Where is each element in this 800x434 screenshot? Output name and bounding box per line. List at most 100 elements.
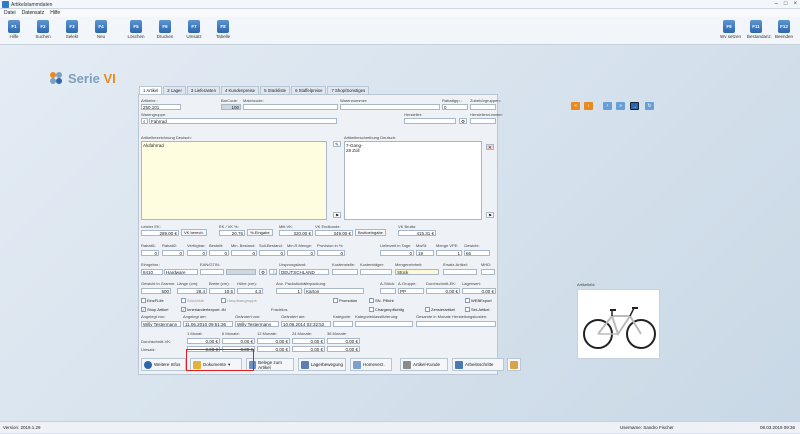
ursprung-select[interactable]: DEUTSCHLAND: [279, 269, 329, 275]
toolbar-button-drucken[interactable]: F6 Drucken: [156, 20, 174, 44]
herstellungskosten-field[interactable]: [416, 321, 496, 327]
beschreibung-translate-icon[interactable]: ⚑: [486, 212, 494, 218]
rabatt2-field[interactable]: 0: [162, 250, 184, 256]
checkbox-innerlandertexport[interactable]: ✓ Innerlandertexport.:IN: [181, 307, 226, 312]
checkbox-hauptbaugruppe[interactable]: Hauptbaugruppe: [221, 298, 257, 303]
agruppe-select[interactable]: PP: [398, 288, 424, 294]
ean-link-icon[interactable]: ⚓: [269, 269, 277, 275]
lagerbewegung-button[interactable]: Lagerbewegung: [298, 358, 346, 371]
toolbar-button-umsatz[interactable]: F7 Umsatz: [185, 20, 203, 44]
artikelnr-field[interactable]: 250.101: [141, 104, 181, 110]
min-bestand-field[interactable]: 0: [231, 250, 257, 256]
durchschnitt-ek-field[interactable]: 0,00 €: [426, 288, 460, 294]
toolbar-button-suchen[interactable]: F2 Suchen: [34, 20, 52, 44]
mittel-vk-field[interactable]: 320,00 €: [279, 230, 313, 236]
endkunde-field[interactable]: 349,00 €: [315, 230, 353, 236]
lieferzeit-field[interactable]: 0: [380, 250, 414, 256]
toolbar-button-selekt[interactable]: F3 Selekt: [63, 20, 81, 44]
checkbox-einzflife[interactable]: EinzFLife: [141, 298, 164, 303]
min-r-menge-field[interactable]: 0: [287, 250, 315, 256]
ek-field[interactable]: 289,00 €: [141, 230, 179, 236]
tab-lieferanten[interactable]: 3 Lieferanten: [186, 86, 220, 94]
kostenstelle-field[interactable]: [332, 269, 358, 275]
menu-datensatz[interactable]: Datensatz: [22, 9, 45, 17]
checkbox-shop-artikel[interactable]: ✓ Shop Artikel: [141, 307, 168, 312]
hersteller-select[interactable]: [404, 118, 456, 124]
toolbar-button-neu[interactable]: F4 Neu: [92, 20, 110, 44]
minimize-icon[interactable]: –: [775, 1, 778, 7]
zubehoer-select[interactable]: [470, 104, 496, 110]
bezeichnung-textarea[interactable]: Alufahrrad: [141, 141, 327, 220]
arbeitsschritte-button[interactable]: Arbeitsschritte: [452, 358, 504, 371]
article-image[interactable]: [577, 289, 660, 359]
kostentraeger-select[interactable]: [360, 269, 392, 275]
maximize-icon[interactable]: □: [784, 1, 788, 7]
hardware-field[interactable]: Hardware: [164, 269, 198, 275]
previous-record-icon[interactable]: ‹: [584, 102, 593, 110]
menu-hilfe[interactable]: Hilfe: [50, 9, 60, 17]
mhd-field[interactable]: [481, 269, 495, 275]
homeverz-button[interactable]: Homeverz.: [350, 358, 392, 371]
toolbar-button-bestandanz[interactable]: F11 Bestandanz.: [747, 20, 772, 44]
laenge-field[interactable]: 28,4: [177, 288, 207, 294]
tab-artikel[interactable]: 1 Artikel: [139, 86, 163, 94]
gewicht-kurz-field[interactable]: 66: [464, 250, 490, 256]
tab-shop-sonstiges[interactable]: 7 Shop/Sonstiges: [327, 86, 370, 94]
rabatt1-field[interactable]: 0: [141, 250, 159, 256]
checkbox-stueckliste[interactable]: Stückliste: [181, 298, 204, 303]
hersteller-add-icon[interactable]: ⚙: [459, 118, 467, 124]
ek-vk-field[interactable]: 20,76: [219, 230, 245, 236]
brutto-eingabe-button[interactable]: Bruttoeingabe: [355, 229, 386, 236]
toolbar-button-beenden[interactable]: F12 Beenden: [775, 20, 793, 44]
breite-field[interactable]: 10,5: [209, 288, 235, 294]
anzpak-field[interactable]: 1: [276, 288, 302, 294]
lagerwert-field[interactable]: 0,00 €: [462, 288, 496, 294]
toolbar-button-loeschen[interactable]: F5 Löschen: [127, 20, 145, 44]
tab-stueckliste[interactable]: 5 Stückliste: [260, 86, 291, 94]
bezeichnung-edit-icon[interactable]: ✎: [333, 141, 341, 147]
toolbar-button-hilfe[interactable]: F1 Hilfe: [5, 20, 23, 44]
kategorieklassifizierung-field[interactable]: [355, 321, 413, 327]
checkbox-promotion[interactable]: Promotion: [333, 298, 357, 303]
ean-extra-field[interactable]: [226, 269, 256, 275]
ersatz-field[interactable]: [443, 269, 477, 275]
menu-datei[interactable]: Datei: [4, 9, 16, 17]
provision-field[interactable]: 0: [317, 250, 345, 256]
checkbox-set-artikel[interactable]: Set-Artikel: [465, 307, 489, 312]
bestellt-field[interactable]: 0: [209, 250, 229, 256]
tab-kundenpreise[interactable]: 4 Kundenpreise: [220, 86, 260, 94]
mengeneinheit-select[interactable]: Stück: [395, 269, 439, 275]
clipboard-button[interactable]: [507, 358, 521, 371]
soll-bestand-field[interactable]: 0: [259, 250, 285, 256]
checkbox-chargenpflichtig[interactable]: Chargenpflichtig: [369, 307, 404, 312]
warenummer-field[interactable]: [340, 104, 440, 110]
first-record-icon[interactable]: «: [571, 102, 580, 110]
hoehe-field[interactable]: 4,3: [237, 288, 263, 294]
mwst-select[interactable]: 19: [416, 250, 434, 256]
artikel-kunde-button[interactable]: Artikel-Kunde: [400, 358, 448, 371]
matchcode-field[interactable]: [243, 104, 338, 110]
menge-vpe-field[interactable]: 1: [436, 250, 462, 256]
tab-lager[interactable]: 2 Lager: [163, 86, 186, 94]
close-icon[interactable]: ×: [793, 1, 797, 7]
ean-field[interactable]: [200, 269, 224, 275]
einrgebnr-field[interactable]: 8410: [141, 269, 163, 275]
vk-berech-button[interactable]: VK berech.: [181, 229, 207, 236]
last-record-icon[interactable]: »: [616, 102, 625, 110]
jump-record-icon[interactable]: →: [630, 102, 639, 110]
herstellernr-field[interactable]: [470, 118, 496, 124]
tab-staffelpreise[interactable]: 6 Staffelpreise: [291, 86, 327, 94]
kategorie-field[interactable]: [333, 321, 353, 327]
rabattgrp-select[interactable]: 0: [442, 104, 468, 110]
abc-select[interactable]: [380, 288, 396, 294]
next-record-icon[interactable]: ›: [603, 102, 612, 110]
beschreibung-textarea[interactable]: 7-Gang- 28 Zoll: [344, 141, 482, 220]
ean-generate-icon[interactable]: ⚙: [259, 269, 267, 275]
refresh-record-icon[interactable]: ↻: [645, 102, 654, 110]
vk-brutto-field[interactable]: 415,31 €: [398, 230, 436, 236]
toolbar-button-tabelle[interactable]: F8 Tabelle: [214, 20, 232, 44]
prozent-eingabe-button[interactable]: %-Eingabe: [247, 229, 273, 236]
warengruppe-search-icon[interactable]: ⌕: [141, 118, 148, 124]
checkbox-webexport[interactable]: WEBExport: [465, 298, 492, 303]
gewicht-field[interactable]: 500: [141, 288, 171, 294]
